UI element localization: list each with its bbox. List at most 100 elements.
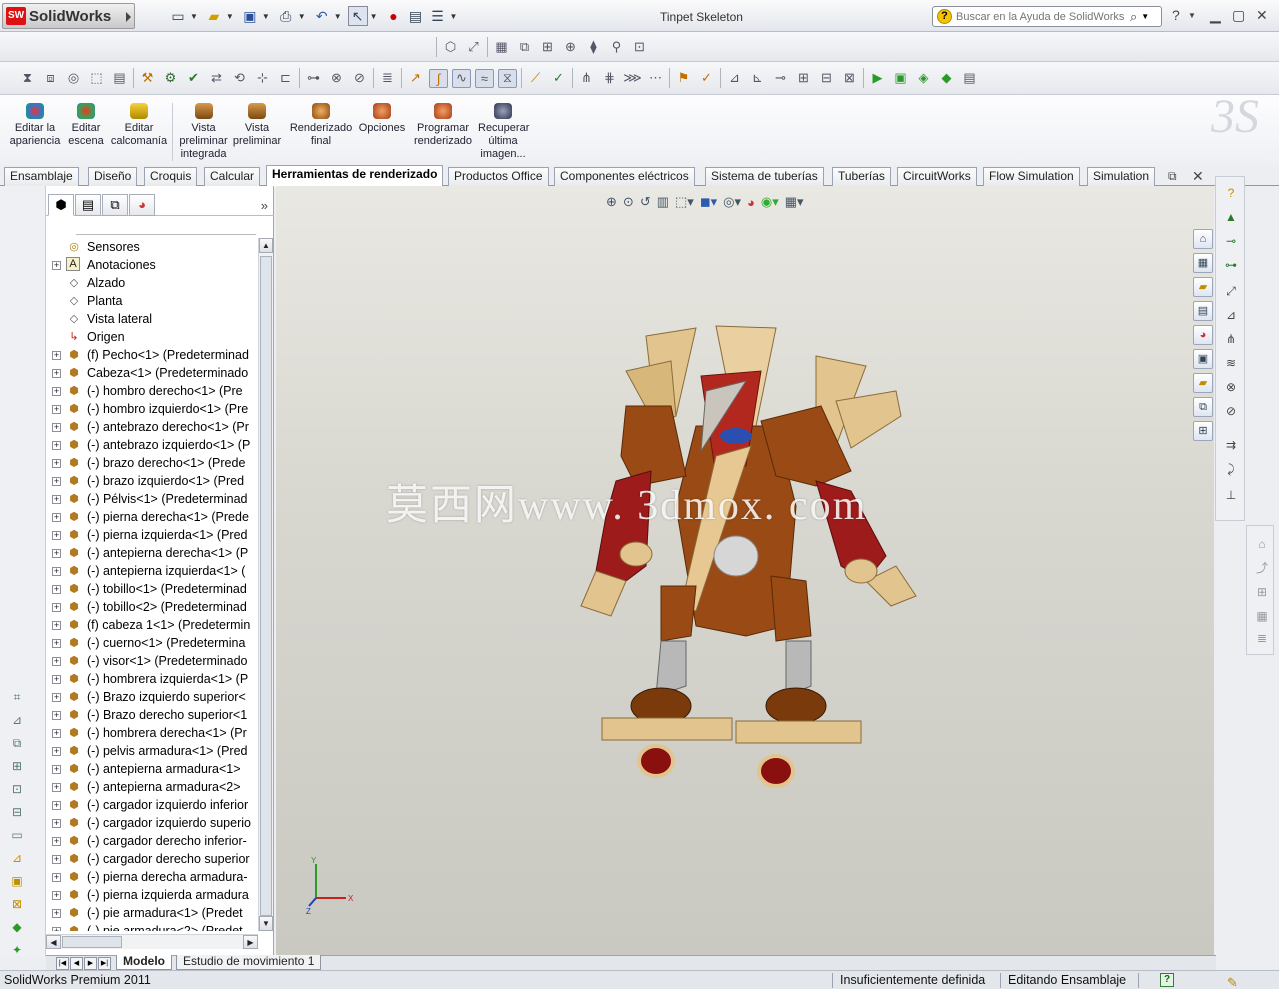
3d-sketch-icon[interactable]: ⌗ [9,689,25,705]
insert-component-icon[interactable]: ⧗ [18,69,37,88]
routing-icon[interactable]: ⊿ [725,69,744,88]
search-icon[interactable]: ⌕ [1130,9,1137,25]
tree-item[interactable]: + ⬢ (-) pierna izquierda armadura [46,886,258,904]
resources-icon[interactable]: ▦ [1193,253,1213,273]
expand-icon[interactable]: + [52,657,61,666]
split-icon[interactable]: ⇉ [1223,437,1239,453]
feature-manager-tab-icon[interactable]: ⬢ [48,194,74,216]
copy-icon[interactable]: ⧉ [9,735,25,751]
tree-item[interactable]: + ⬢ (-) pelvis armadura<1> (Pred [46,742,258,760]
curve-icon[interactable]: ∫ [429,68,448,88]
configuration-manager-tab-icon[interactable]: ⧉ [102,194,128,216]
tree-item[interactable]: + ⬢ (-) cargador derecho superior [46,850,258,868]
help-search-box[interactable]: ? ⌕ ▼ [932,6,1162,27]
check-icon[interactable]: ✔ [184,69,203,88]
expand-icon[interactable]: + [52,351,61,360]
view-palette-icon[interactable]: ⧉ [1193,397,1213,417]
open-dropdown-icon[interactable]: ▼ [226,12,234,21]
tree-item[interactable]: + ⬢ (-) Brazo izquierdo superior< [46,688,258,706]
first-tab-icon[interactable]: |◀ [56,957,69,970]
expand-icon[interactable]: + [52,873,61,882]
file-properties-icon[interactable]: ▤ [406,6,426,26]
edit-appearance-button[interactable]: Editar la apariencia [8,103,62,148]
curve-tool-icon[interactable]: ⤴ [1254,560,1270,576]
preview-window-button[interactable]: Vista preliminar [232,103,282,148]
recall-last-image-button[interactable]: Recuperar última imagen... [478,103,529,161]
horizontal-scroll-thumb[interactable] [62,936,122,948]
results-icon[interactable]: ◆ [937,69,956,88]
report-icon[interactable]: ▤ [960,69,979,88]
tree-filter[interactable] [76,225,256,235]
expand-icon[interactable]: + [52,909,61,918]
frame-icon[interactable]: ▭ [9,827,25,843]
help-dropdown-icon[interactable]: ▼ [1188,11,1196,20]
layout-icon[interactable]: ▦ [492,38,511,57]
tree-item[interactable]: + ⬢ (f) Pecho<1> (Predeterminad [46,346,258,364]
connect-icon[interactable]: ⊸ [1223,233,1239,249]
part-copy-icon[interactable]: ⧉ [515,38,534,57]
expand-icon[interactable]: + [52,855,61,864]
tree-item[interactable]: ◇ Vista lateral [46,310,258,328]
tab-flow-simulation[interactable]: Flow Simulation [983,167,1080,186]
expand-icon[interactable]: + [52,639,61,648]
tree-item[interactable]: + ⬢ (-) brazo izquierdo<1> (Pred [46,472,258,490]
flange-icon[interactable]: ⊾ [748,69,767,88]
sketch-check-icon[interactable]: ✓ [549,69,568,88]
tab-simulation[interactable]: Simulation [1087,167,1156,186]
tab-tubing[interactable]: Tuberías [832,167,891,186]
graphics-area[interactable]: ⊕ ⊙ ↺ ▥ ⬚▾ ◼▾ ◎▾ ◕ ◉▾ ▦▾ 莫西网www. 3dmox. … [276,186,1214,956]
table-tool-icon[interactable]: ▣ [9,873,25,889]
run-icon[interactable]: ▶ [868,69,887,88]
sparkle-icon[interactable]: ✦ [9,942,25,958]
scroll-up-icon[interactable]: ▲ [259,238,273,253]
integrated-preview-button[interactable]: Vista preliminar integrada [172,103,230,161]
expand-icon[interactable]: + [52,747,61,756]
tree-item[interactable]: + ⬢ (-) cargador derecho inferior- [46,832,258,850]
tree-item[interactable]: ◇ Planta [46,292,258,310]
options-dropdown-icon[interactable]: ▼ [450,12,458,21]
trim-icon[interactable]: ⋔ [577,69,596,88]
expand-icon[interactable]: + [52,441,61,450]
tree-item[interactable]: + ⬢ (-) antebrazo izquierdo<1> (P [46,436,258,454]
expand-icon[interactable]: + [52,369,61,378]
tree-item[interactable]: ◇ Alzado [46,274,258,292]
layers-icon[interactable]: ≣ [1254,630,1270,646]
undo-dropdown-icon[interactable]: ▼ [334,12,342,21]
anchor-icon[interactable]: ⊥ [1223,487,1239,503]
tree-item[interactable]: + ⬢ (-) Brazo derecho superior<1 [46,706,258,724]
tab-croquis[interactable]: Croquis [144,167,198,186]
tree-item[interactable]: + ⬢ (-) pierna izquierda<1> (Pred [46,526,258,544]
save-dropdown-icon[interactable]: ▼ [262,12,270,21]
tab-calcular[interactable]: Calcular [204,167,261,186]
options-icon[interactable]: ☰ [428,6,448,26]
search-dropdown-icon[interactable]: ▼ [1141,12,1149,21]
sketch-line-icon[interactable]: ⟋ [526,69,545,88]
tree-item[interactable]: + ⬢ (-) cargador izquierdo superio [46,814,258,832]
expand-icon[interactable]: + [52,837,61,846]
tree-item[interactable]: + ⬢ (-) visor<1> (Predeterminado [46,652,258,670]
spline-icon[interactable]: ∿ [452,68,471,88]
tree-item[interactable]: + ⬢ (-) antebrazo derecho<1> (Pr [46,418,258,436]
tree-item[interactable]: + ⬢ (-) Pélvis<1> (Predeterminad [46,490,258,508]
rebuild-icon[interactable]: ● [384,6,404,26]
tree-item[interactable]: + ⬢ (-) pie armadura<1> (Predet [46,904,258,922]
scroll-left-icon[interactable]: ◀ [46,935,61,949]
status-help-icon[interactable]: ? [1160,973,1174,987]
help-tool-icon[interactable]: ? [1223,185,1239,201]
tree-item[interactable]: + ⬢ (f) cabeza 1<1> (Predetermin [46,616,258,634]
scroll-right-icon[interactable]: ▶ [243,935,258,949]
pencil-icon[interactable]: ✎ [1227,973,1238,989]
tree-item[interactable]: + ⬢ (-) pierna derecha armadura- [46,868,258,886]
surface-icon[interactable]: ≈ [475,68,494,88]
expand-icon[interactable]: + [52,477,61,486]
tree-item[interactable]: + ⬢ (-) pie armadura<2> (Predet [46,922,258,931]
tree-item[interactable]: + ⬢ (-) cargador izquierdo inferior [46,796,258,814]
bom-icon[interactable]: ▤ [110,69,129,88]
sketch-icon[interactable]: ⬡ [441,38,460,57]
tree-item[interactable]: + ⬢ (-) antepierna armadura<1> [46,760,258,778]
last-tab-icon[interactable]: ▶| [98,957,111,970]
move-icon[interactable]: ⚙ [161,69,180,88]
tab-office-products[interactable]: Productos Office [448,167,549,186]
design-library-icon[interactable]: ▰ [1193,277,1213,297]
pipe-icon[interactable]: ⊗ [1223,379,1239,395]
